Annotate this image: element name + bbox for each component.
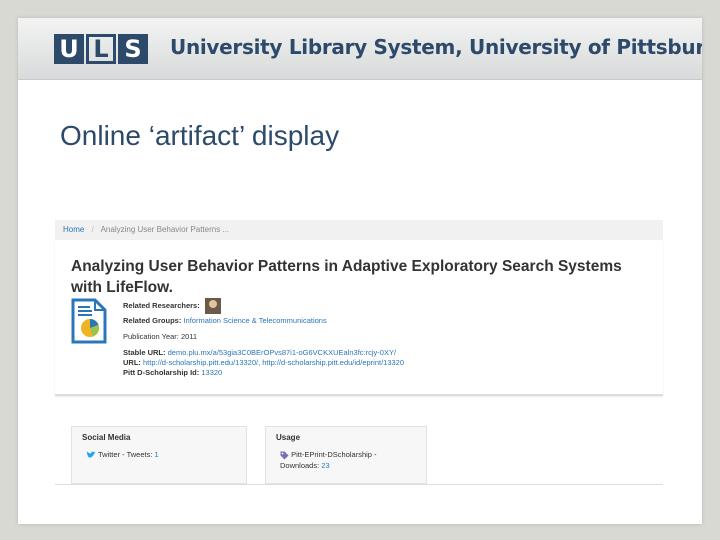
uls-logo: U L S (54, 34, 150, 64)
record-url: URL: http://d-scholarship.pitt.edu/13320… (123, 358, 404, 367)
usage-title: Usage (276, 433, 301, 442)
dscholarship-label: Pitt D-Scholarship Id: (123, 368, 200, 377)
usage-panel: Usage Pitt-EPrint-DScholarship - Downloa… (265, 426, 427, 484)
breadcrumb-separator: / (91, 225, 94, 234)
usage-source-label: Pitt-EPrint-DScholarship - (291, 450, 377, 459)
twitter-bird-icon (86, 451, 96, 458)
related-researchers: Related Researchers: (123, 298, 221, 314)
breadcrumb: Home / Analyzing User Behavior Patterns … (55, 220, 663, 240)
social-media-panel: Social Media Twitter - Tweets: 1 (71, 426, 247, 484)
stable-url-label: Stable URL: (123, 348, 166, 357)
related-groups-link[interactable]: Information Science & Telecommunications (183, 316, 326, 325)
researcher-avatar[interactable] (204, 298, 221, 314)
related-groups-label: Related Groups: (123, 316, 182, 325)
slide: U L S University Library System, Univers… (18, 18, 702, 524)
related-groups: Related Groups: Information Science & Te… (123, 316, 327, 325)
breadcrumb-current: Analyzing User Behavior Patterns ... (100, 225, 230, 234)
record-card: Analyzing User Behavior Patterns in Adap… (55, 240, 663, 396)
stable-url-link[interactable]: demo.plu.mx/a/53gia3C0BErOPvs87i1-oG6VCK… (168, 348, 396, 357)
banner-title: University Library System, University of… (170, 35, 702, 59)
slide-title: Online ‘artifact’ display (60, 120, 340, 151)
social-media-item: Twitter - Tweets: 1 (86, 449, 159, 460)
url-label: URL: (123, 358, 141, 367)
usage-item: Pitt-EPrint-DScholarship - Downloads: 23 (280, 449, 377, 471)
uls-banner: U L S University Library System, Univers… (18, 18, 702, 80)
usage-downloads-count[interactable]: 23 (321, 461, 329, 470)
artifact-screenshot: Home / Analyzing User Behavior Patterns … (55, 218, 663, 486)
logo-letter-u: U (54, 34, 84, 64)
related-researchers-label: Related Researchers: (123, 300, 200, 310)
dscholarship-link[interactable]: 13320 (201, 368, 222, 377)
breadcrumb-home-link[interactable]: Home (63, 225, 84, 234)
bottom-divider (55, 484, 663, 485)
twitter-tweets-count[interactable]: 1 (155, 450, 159, 459)
url-link[interactable]: http://d-scholarship.pitt.edu/13320/, ht… (143, 358, 404, 367)
publication-year: Publication Year: 2011 (123, 332, 198, 341)
logo-letter-l: L (86, 34, 116, 64)
document-chart-icon (71, 298, 107, 344)
logo-letter-s: S (118, 34, 148, 64)
dscholarship-id: Pitt D-Scholarship Id: 13320 (123, 368, 222, 377)
twitter-tweets-label: Twitter - Tweets: (97, 450, 155, 459)
usage-downloads-label: Downloads: (280, 461, 322, 470)
record-title: Analyzing User Behavior Patterns in Adap… (71, 258, 622, 296)
stable-url: Stable URL: demo.plu.mx/a/53gia3C0BErOPv… (123, 348, 396, 357)
social-media-title: Social Media (82, 433, 131, 442)
tag-icon (280, 451, 289, 460)
